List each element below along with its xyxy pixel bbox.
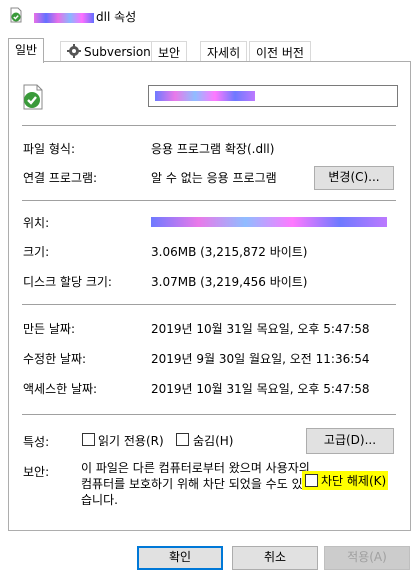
apply-button: 적용(A): [324, 546, 410, 570]
title-bar: dll 속성: [0, 0, 418, 32]
hidden-checkbox[interactable]: [176, 433, 189, 446]
unblock-checkbox[interactable]: [305, 474, 318, 487]
readonly-checkbox-label[interactable]: 읽기 전용(R): [98, 432, 164, 449]
file-type-value: 응용 프로그램 확장(.dll): [151, 142, 275, 156]
size-on-disk-value: 3.07MB (3,219,456 바이트): [151, 275, 308, 289]
size-value: 3.06MB (3,215,872 바이트): [151, 245, 308, 259]
tab-details[interactable]: 자세히: [200, 41, 248, 62]
window-title: dll 속성: [34, 8, 136, 25]
unblock-checkbox-row[interactable]: 차단 해제(K): [302, 471, 389, 490]
opens-with-value: 알 수 없는 응용 프로그램: [151, 171, 277, 185]
location-label: 위치:: [23, 216, 50, 230]
file-check-icon: [10, 7, 22, 23]
divider: [22, 200, 396, 201]
accessed-label: 액세스한 날짜:: [23, 382, 98, 396]
unblock-label[interactable]: 차단 해제(K): [321, 474, 386, 488]
tab-security[interactable]: 보안: [151, 41, 188, 62]
modified-label: 수정한 날짜:: [23, 352, 87, 366]
attributes-label: 특성:: [23, 435, 50, 449]
divider: [22, 125, 396, 126]
gear-icon: [67, 44, 81, 58]
file-check-icon: [23, 84, 43, 110]
security-warning-text: 이 파일은 다른 컴퓨터로부터 왔으며 사용자의 컴퓨터를 보호하기 위해 차단…: [81, 461, 310, 507]
size-label: 크기:: [23, 245, 50, 259]
cancel-button[interactable]: 취소: [232, 546, 318, 570]
divider: [22, 414, 396, 415]
redacted-location: [151, 217, 387, 227]
divider: [22, 304, 396, 305]
redacted-filename: [34, 12, 94, 23]
tab-previous-versions[interactable]: 이전 버전: [249, 41, 311, 62]
opens-with-label: 연결 프로그램:: [23, 171, 98, 185]
redacted-filename: [155, 91, 255, 101]
readonly-checkbox[interactable]: [82, 433, 95, 446]
created-value: 2019년 10월 31일 목요일, 오후 5:47:58: [151, 322, 370, 336]
size-on-disk-label: 디스크 할당 크기:: [23, 275, 112, 289]
created-label: 만든 날짜:: [23, 322, 76, 336]
filename-field[interactable]: [148, 85, 398, 107]
file-type-label: 파일 형식:: [23, 142, 76, 156]
change-button[interactable]: 변경(C)...: [314, 166, 394, 190]
accessed-value: 2019년 10월 31일 목요일, 오후 5:47:58: [151, 382, 370, 396]
tab-subversion[interactable]: Subversion: [60, 41, 158, 62]
ok-button[interactable]: 확인: [137, 546, 223, 570]
location-value: [151, 216, 387, 230]
security-label: 보안:: [23, 465, 50, 479]
modified-value: 2019년 9월 30일 월요일, 오전 11:36:54: [151, 352, 370, 366]
advanced-button[interactable]: 고급(D)...: [306, 428, 394, 454]
tab-general[interactable]: 일반: [8, 38, 45, 63]
hidden-checkbox-label[interactable]: 숨김(H): [193, 432, 233, 449]
